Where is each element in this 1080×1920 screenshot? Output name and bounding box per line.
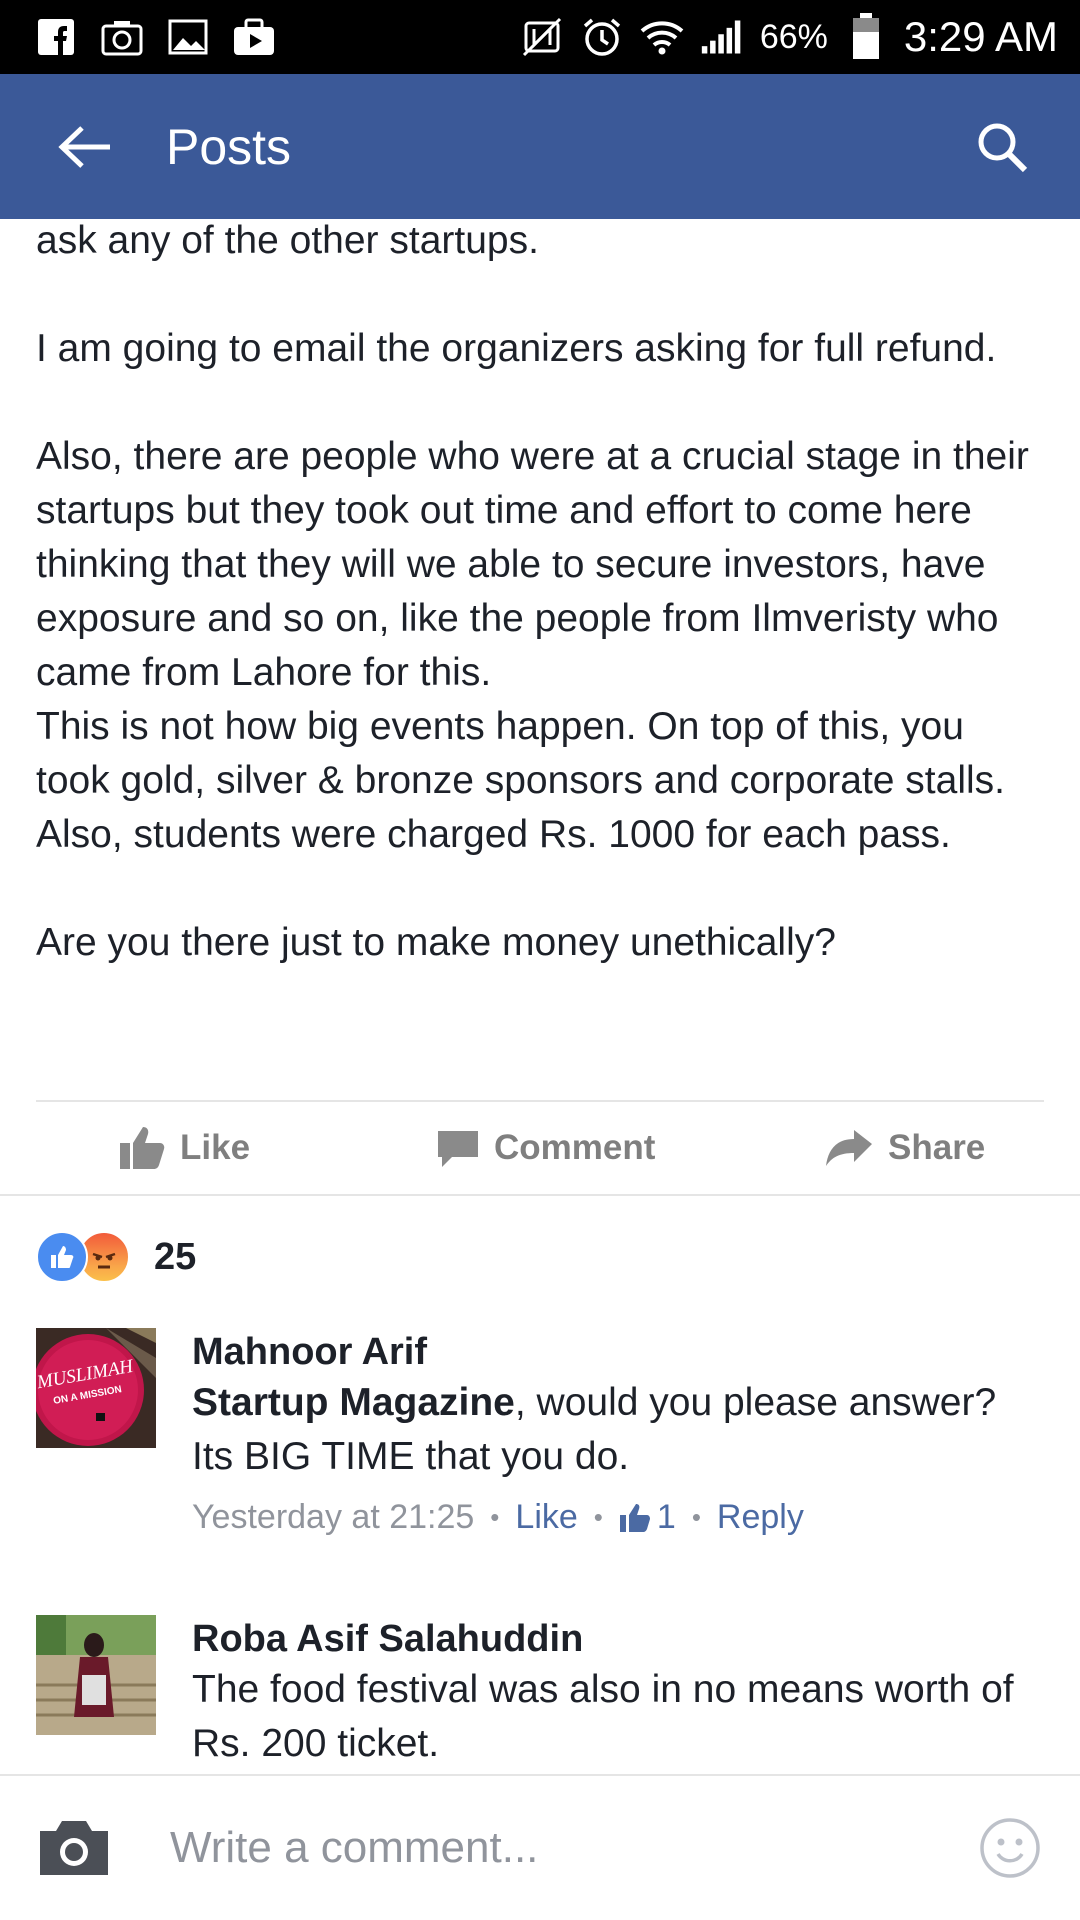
comment-button[interactable]: Comment <box>436 1127 655 1169</box>
comment-composer <box>0 1776 1080 1920</box>
comment-author[interactable]: Roba Asif Salahuddin <box>192 1615 1042 1663</box>
post-actions: Like Comment Share <box>0 1102 1080 1194</box>
like-reaction-icon <box>36 1231 88 1283</box>
post-paragraph: Also, there are people who were at a cru… <box>36 435 1029 694</box>
page-title: Posts <box>166 118 292 175</box>
smiley-icon <box>980 1818 1040 1878</box>
share-button[interactable]: Share <box>824 1128 985 1168</box>
comment-input[interactable] <box>170 1823 930 1873</box>
battery-icon <box>844 13 888 59</box>
comment-reply-link[interactable]: Reply <box>717 1498 804 1537</box>
avatar[interactable] <box>36 1615 156 1735</box>
comment-item: MUSLIMAH ON A MISSION Mahnoor Arif Start… <box>36 1328 1046 1536</box>
thumbs-up-icon <box>619 1503 650 1532</box>
comment-meta: Yesterday at 21:25 • Like • 1 • Reply <box>192 1498 804 1537</box>
back-button[interactable] <box>46 107 126 187</box>
like-label: Like <box>180 1128 251 1167</box>
comment-like-count[interactable]: 1 <box>619 1498 676 1537</box>
comment-body: Mahnoor Arif Startup Magazine, would you… <box>192 1328 1042 1537</box>
signal-icon <box>700 15 744 59</box>
comment-body: Roba Asif Salahuddin The food festival w… <box>192 1615 1042 1771</box>
alarm-icon <box>580 15 624 59</box>
search-button[interactable] <box>962 107 1042 187</box>
search-icon <box>978 123 1028 172</box>
share-label: Share <box>888 1128 986 1167</box>
clock: 3:29 AM <box>903 13 1058 60</box>
emoji-button[interactable] <box>978 1816 1042 1880</box>
share-arrow-icon <box>826 1130 872 1166</box>
thumbs-up-icon <box>120 1127 165 1169</box>
battery-percent: 66% <box>759 17 828 56</box>
back-arrow-icon <box>58 125 110 168</box>
camera-button[interactable] <box>34 1816 114 1880</box>
post-paragraph: This is not how big events happen. On to… <box>36 705 1006 856</box>
divider <box>0 1194 1080 1196</box>
post-body: ask any of the other startups. I am goin… <box>36 218 1046 970</box>
gallery-icon <box>166 15 210 59</box>
facebook-icon <box>34 15 78 59</box>
comment-author[interactable]: Mahnoor Arif <box>192 1328 1042 1376</box>
camera-icon <box>40 1821 108 1875</box>
comment-text: Startup Magazine, would you please answe… <box>192 1381 997 1478</box>
comment-mention[interactable]: Startup Magazine <box>192 1381 515 1424</box>
comment-item: Roba Asif Salahuddin The food festival w… <box>36 1615 1046 1775</box>
post-paragraph: ask any of the other startups. <box>36 219 539 262</box>
reaction-summary[interactable]: 25 <box>36 1231 197 1283</box>
comment-like-link[interactable]: Like <box>515 1498 577 1537</box>
briefcase-icon <box>232 15 276 59</box>
app-bar: Posts <box>0 74 1080 219</box>
post-paragraph: I am going to email the organizers askin… <box>36 327 997 370</box>
wifi-icon <box>640 15 684 59</box>
reaction-count: 25 <box>154 1235 197 1278</box>
post-paragraph: Are you there just to make money unethic… <box>36 921 836 964</box>
comment-text: The food festival was also in no means w… <box>192 1668 1014 1765</box>
nfc-icon <box>520 15 564 59</box>
comment-timestamp: Yesterday at 21:25 <box>192 1498 475 1536</box>
like-button[interactable]: Like <box>118 1125 250 1171</box>
comment-label: Comment <box>494 1128 656 1167</box>
status-bar: 66% 3:29 AM <box>0 0 1080 74</box>
avatar[interactable]: MUSLIMAH ON A MISSION <box>36 1328 156 1448</box>
camera-icon <box>100 15 144 59</box>
comment-bubble-icon <box>438 1131 478 1167</box>
